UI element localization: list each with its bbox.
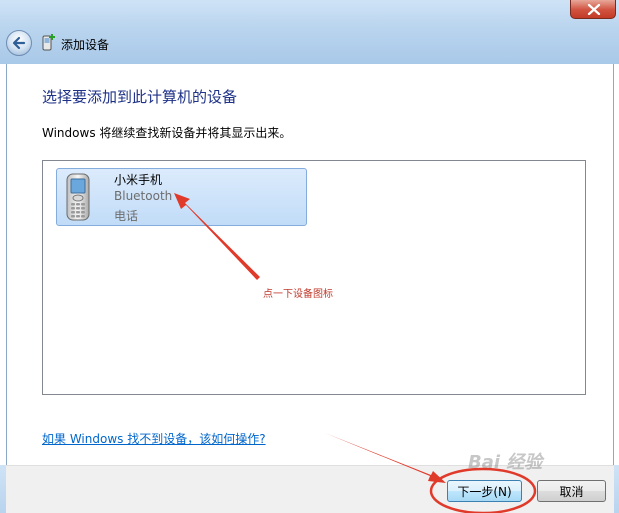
close-icon	[587, 4, 601, 15]
help-link[interactable]: 如果 Windows 找不到设备，该如何操作?	[42, 430, 266, 447]
device-item-xiaomi-phone[interactable]	[56, 168, 307, 226]
watermark-text: Bai 经验	[468, 452, 543, 473]
title-bar	[0, 0, 619, 64]
cancel-button[interactable]: 取消	[537, 480, 606, 502]
device-connection: Bluetooth	[114, 189, 173, 203]
device-category: 电话	[114, 209, 139, 223]
close-button[interactable]	[570, 0, 616, 19]
next-button[interactable]: 下一步(N)	[447, 480, 522, 502]
add-device-icon	[42, 34, 55, 51]
page-description: Windows 将继续查找新设备并将其显示出来。	[42, 126, 292, 140]
back-button[interactable]	[6, 30, 32, 56]
back-arrow-icon	[12, 36, 26, 50]
page-heading: 选择要添加到此计算机的设备	[42, 88, 238, 106]
annotation-label: 点一下设备图标	[263, 289, 333, 300]
window-title: 添加设备	[61, 38, 110, 52]
device-name: 小米手机	[114, 173, 163, 187]
mobile-phone-icon	[66, 173, 90, 221]
